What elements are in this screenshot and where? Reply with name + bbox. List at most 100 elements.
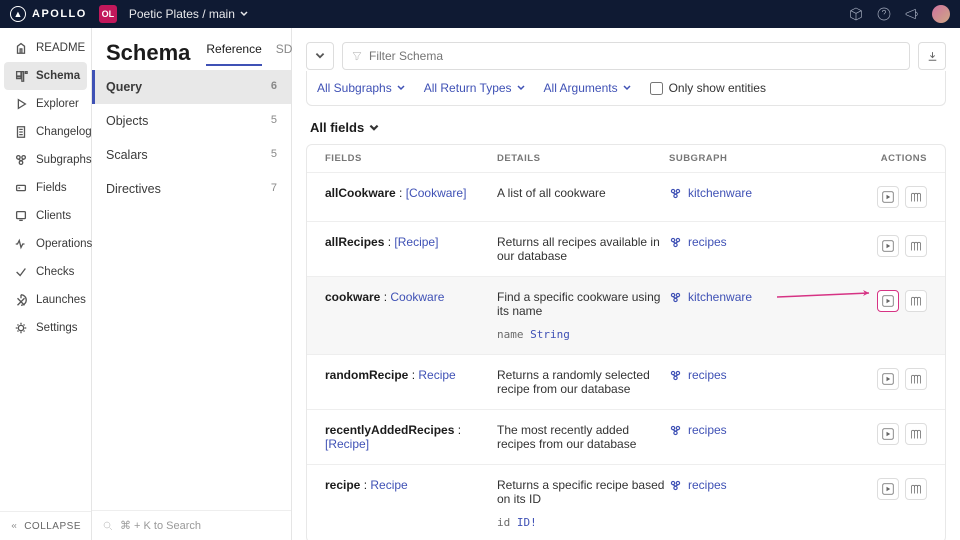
section-title[interactable]: All fields bbox=[306, 106, 946, 144]
sidebar-item-explorer[interactable]: Explorer bbox=[4, 90, 87, 118]
type-row-scalars[interactable]: Scalars5 bbox=[92, 138, 291, 172]
graph-picker[interactable]: Poetic Plates / main bbox=[129, 7, 249, 21]
field-name: randomRecipe bbox=[325, 368, 408, 382]
sidebar-item-settings[interactable]: Settings bbox=[4, 314, 87, 342]
field-name: cookware bbox=[325, 290, 380, 304]
page-title: Schema bbox=[106, 40, 190, 66]
sidebar-item-label: Fields bbox=[36, 182, 67, 194]
filter-input[interactable] bbox=[369, 49, 901, 63]
type-count: 5 bbox=[271, 114, 277, 128]
type-row-directives[interactable]: Directives 7 bbox=[92, 172, 291, 206]
field-type[interactable]: [Recipe] bbox=[325, 437, 369, 451]
subgraph-link[interactable]: recipes bbox=[669, 368, 844, 382]
insights-button[interactable] bbox=[905, 423, 927, 445]
columns-icon bbox=[910, 295, 922, 307]
field-row[interactable]: allRecipes : [Recipe]Returns all recipes… bbox=[307, 221, 945, 276]
field-row[interactable]: recentlyAddedRecipes : [Recipe]The most … bbox=[307, 409, 945, 464]
type-row-query[interactable]: Query6 bbox=[92, 70, 291, 104]
type-row-objects[interactable]: Objects5 bbox=[92, 104, 291, 138]
insights-button[interactable] bbox=[905, 368, 927, 390]
type-label: Directives bbox=[106, 182, 161, 196]
play-icon bbox=[882, 191, 894, 203]
sidebar-item-label: Operations bbox=[36, 238, 92, 250]
sidebar-item-changelog[interactable]: Changelog bbox=[4, 118, 87, 146]
sidebar-item-clients[interactable]: Clients bbox=[4, 202, 87, 230]
collapse-button[interactable]: COLLAPSE bbox=[0, 511, 91, 540]
field-desc: The most recently added recipes from our… bbox=[497, 423, 669, 451]
sidebar-item-launches[interactable]: Launches bbox=[4, 286, 87, 314]
play-icon bbox=[882, 295, 894, 307]
sidebar-item-label: Schema bbox=[36, 70, 80, 82]
field-row[interactable]: cookware : CookwareFind a specific cookw… bbox=[307, 276, 945, 354]
sidebar-item-checks[interactable]: Checks bbox=[4, 258, 87, 286]
run-in-explorer-button[interactable] bbox=[877, 290, 899, 312]
brand-logo[interactable]: ▲ APOLLO bbox=[10, 6, 87, 22]
field-desc: Returns a randomly selected recipe from … bbox=[497, 368, 669, 396]
sidebar-item-label: Subgraphs bbox=[36, 154, 92, 166]
sidebar-item-label: Clients bbox=[36, 210, 71, 222]
run-in-explorer-button[interactable] bbox=[877, 235, 899, 257]
download-button[interactable] bbox=[918, 42, 946, 70]
announce-icon[interactable] bbox=[904, 6, 920, 22]
filter-input-wrap[interactable] bbox=[342, 42, 910, 70]
run-in-explorer-button[interactable] bbox=[877, 478, 899, 500]
th-fields: FIELDS bbox=[325, 153, 497, 164]
sidebar-item-label: Settings bbox=[36, 322, 78, 334]
subgraph-link[interactable]: kitchenware bbox=[669, 186, 844, 200]
chevron-down-icon bbox=[516, 83, 526, 93]
play-icon bbox=[882, 240, 894, 252]
field-row[interactable]: allCookware : [Cookware]A list of all co… bbox=[307, 172, 945, 221]
subgraph-link[interactable]: recipes bbox=[669, 423, 844, 437]
subgraph-link[interactable]: recipes bbox=[669, 478, 844, 492]
avatar[interactable] bbox=[932, 5, 950, 23]
expand-toggle[interactable] bbox=[306, 42, 334, 70]
launches-icon bbox=[14, 293, 28, 307]
field-row[interactable]: recipe : RecipeReturns a specific recipe… bbox=[307, 464, 945, 540]
insights-button[interactable] bbox=[905, 290, 927, 312]
field-type[interactable]: Cookware bbox=[390, 290, 444, 304]
field-row[interactable]: randomRecipe : RecipeReturns a randomly … bbox=[307, 354, 945, 409]
field-name: recipe bbox=[325, 478, 360, 492]
insights-button[interactable] bbox=[905, 235, 927, 257]
settings-icon bbox=[14, 321, 28, 335]
field-type[interactable]: Recipe bbox=[370, 478, 407, 492]
sidebar-item-fields[interactable]: Fields bbox=[4, 174, 87, 202]
entities-checkbox[interactable] bbox=[650, 82, 663, 95]
filter-arguments[interactable]: All Arguments bbox=[544, 81, 632, 95]
insights-button[interactable] bbox=[905, 478, 927, 500]
field-desc: Returns a specific recipe based on its I… bbox=[497, 478, 669, 506]
run-in-explorer-button[interactable] bbox=[877, 423, 899, 445]
entities-checkbox-wrap[interactable]: Only show entities bbox=[650, 81, 766, 95]
cube-icon[interactable] bbox=[848, 6, 864, 22]
arrow-annotation bbox=[777, 287, 877, 310]
tab-reference[interactable]: Reference bbox=[206, 42, 261, 66]
sidebar-item-readme[interactable]: README bbox=[4, 34, 87, 62]
entities-label: Only show entities bbox=[669, 81, 766, 95]
run-in-explorer-button[interactable] bbox=[877, 368, 899, 390]
chevrons-left-icon bbox=[10, 520, 18, 532]
field-desc: A list of all cookware bbox=[497, 186, 669, 200]
help-icon[interactable] bbox=[876, 6, 892, 22]
field-type[interactable]: [Recipe] bbox=[394, 235, 438, 249]
sidebar-item-subgraphs[interactable]: Subgraphs bbox=[4, 146, 87, 174]
collapse-label: COLLAPSE bbox=[24, 521, 81, 532]
search-shortcut[interactable]: ⌘ + K to Search bbox=[92, 510, 291, 540]
type-label: Scalars bbox=[106, 148, 148, 162]
field-name: recentlyAddedRecipes bbox=[325, 423, 454, 437]
filter-subgraphs[interactable]: All Subgraphs bbox=[317, 81, 406, 95]
sidebar-item-operations[interactable]: Operations bbox=[4, 230, 87, 258]
sidebar-item-label: Checks bbox=[36, 266, 74, 278]
fields-icon bbox=[14, 181, 28, 195]
insights-button[interactable] bbox=[905, 186, 927, 208]
filter-return-types[interactable]: All Return Types bbox=[424, 81, 526, 95]
sidebar-item-schema[interactable]: Schema bbox=[4, 62, 87, 90]
subgraph-link[interactable]: recipes bbox=[669, 235, 844, 249]
field-args: name String bbox=[497, 328, 669, 341]
th-subgraph: SUBGRAPH bbox=[669, 153, 844, 164]
chevron-down-icon bbox=[314, 50, 326, 62]
org-badge[interactable]: OL bbox=[99, 5, 117, 23]
field-type[interactable]: Recipe bbox=[418, 368, 455, 382]
field-type[interactable]: [Cookware] bbox=[406, 186, 467, 200]
type-count: 7 bbox=[271, 182, 277, 196]
run-in-explorer-button[interactable] bbox=[877, 186, 899, 208]
